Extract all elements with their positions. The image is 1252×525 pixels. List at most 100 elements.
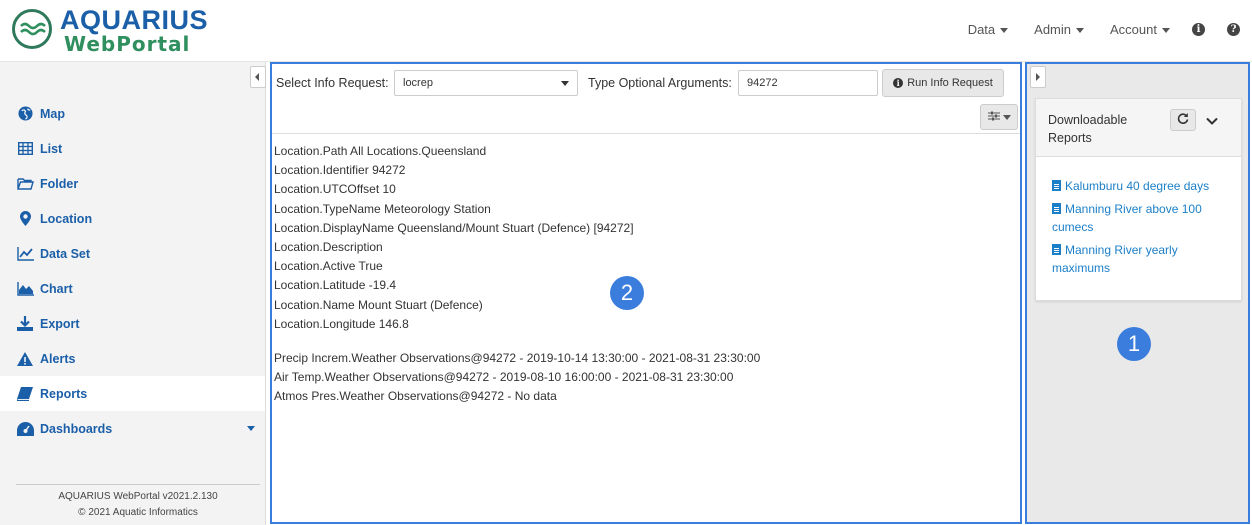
sidebar-item-data-set[interactable]: Data Set: [0, 236, 265, 271]
sidebar-item-dashboards[interactable]: Dashboards: [0, 411, 265, 446]
run-info-request-label: Run Info Request: [907, 77, 993, 89]
panel-expand-button[interactable]: [1030, 66, 1046, 88]
optional-arguments-input[interactable]: [738, 70, 878, 96]
file-icon: [1052, 244, 1061, 255]
sidebar-item-label: Alerts: [40, 351, 76, 366]
logo-wave-icon: [12, 9, 52, 49]
info-circle-icon[interactable]: i: [1192, 23, 1205, 36]
sidebar-item-label: List: [40, 141, 63, 156]
refresh-icon: [1177, 111, 1189, 129]
map-marker-icon: [16, 211, 34, 227]
run-info-request-button[interactable]: i Run Info Request: [882, 69, 1004, 97]
aquarius-logo[interactable]: AQUARIUS WebPortal: [8, 3, 208, 56]
sidebar-item-label: Reports: [40, 386, 88, 401]
nav-data-menu[interactable]: Data: [967, 22, 1009, 37]
result-line: Location.UTCOffset 10: [274, 182, 396, 197]
sliders-icon: [987, 108, 1000, 126]
report-link-label: Manning River above 100 cumecs: [1052, 202, 1202, 234]
info-circle-icon: i: [893, 78, 904, 88]
refresh-button[interactable]: [1170, 109, 1196, 131]
line-chart-icon: [16, 246, 34, 262]
sidebar-item-label: Chart: [40, 281, 73, 296]
sidebar-menu: Map List Folder Location Data Set Chart …: [0, 96, 265, 446]
sidebar-item-label: Data Set: [40, 246, 91, 261]
info-request-select[interactable]: locrep: [394, 70, 578, 96]
nav-account-label: Account: [1110, 22, 1157, 37]
dataset-line: Atmos Pres.Weather Observations@94272 - …: [274, 389, 557, 404]
sidebar-item-list[interactable]: List: [0, 131, 265, 166]
callout-badge-2: 2: [610, 276, 644, 310]
file-icon: [1052, 180, 1061, 191]
report-link[interactable]: Manning River above 100 cumecs: [1052, 200, 1232, 236]
table-icon: [16, 141, 34, 157]
sidebar-item-chart[interactable]: Chart: [0, 271, 265, 306]
result-line: Location.Name Mount Stuart (Defence): [274, 297, 483, 312]
sidebar-item-label: Dashboards: [40, 421, 113, 436]
result-line: Location.Description: [274, 240, 383, 255]
card-title: Downloadable Reports: [1048, 113, 1128, 145]
reports-side-panel: Downloadable Reports Kalumburu 40 degree…: [1025, 62, 1250, 524]
copyright-text: © 2021 Aquatic Informatics: [78, 507, 198, 518]
card-header: Downloadable Reports: [1036, 99, 1241, 157]
result-line: Location.Path All Locations.Queensland: [274, 144, 487, 158]
chevron-down-icon: [1000, 28, 1009, 34]
chevron-down-icon: [247, 426, 255, 431]
chevron-down-icon: [561, 81, 569, 86]
result-line: Location.Active True: [274, 259, 383, 274]
info-request-select-value: locrep: [403, 77, 433, 89]
logo-subtitle: WebPortal: [64, 32, 191, 56]
report-link-label: Kalumburu 40 degree days: [1065, 179, 1210, 193]
sidebar-item-reports[interactable]: Reports: [0, 376, 265, 411]
optional-arguments-label: Type Optional Arguments:: [588, 76, 732, 90]
sidebar-item-label: Location: [40, 211, 93, 226]
chevron-down-icon: [1076, 28, 1085, 34]
chevron-down-icon: [1162, 28, 1170, 34]
top-navigation: Data Admin Account i ?: [942, 22, 1240, 37]
collapse-chevron-icon[interactable]: [1206, 113, 1218, 131]
result-line: Location.Latitude -19.4: [274, 278, 397, 293]
question-circle-icon[interactable]: ?: [1227, 23, 1240, 36]
report-link[interactable]: Kalumburu 40 degree days: [1052, 177, 1232, 195]
sidebar-item-export[interactable]: Export: [0, 306, 265, 341]
result-line: Location.Identifier 94272: [274, 163, 406, 178]
globe-icon: [16, 106, 34, 122]
app-header: AQUARIUS WebPortal Data Admin Account i …: [0, 0, 1252, 62]
info-request-panel: Select Info Request: locrep Type Optiona…: [270, 62, 1022, 524]
sidebar-item-label: Map: [40, 106, 65, 121]
report-link[interactable]: Manning River yearly maximums: [1052, 241, 1232, 277]
column-options-button[interactable]: [980, 104, 1018, 130]
nav-admin-menu[interactable]: Admin: [1034, 22, 1085, 37]
sidebar-item-label: Folder: [40, 176, 79, 191]
sidebar-item-alerts[interactable]: Alerts: [0, 341, 265, 376]
nav-data-label: Data: [967, 22, 996, 37]
file-icon: [1052, 203, 1061, 214]
area-chart-icon: [16, 281, 34, 297]
sidebar: Map List Folder Location Data Set Chart …: [0, 62, 266, 525]
result-line: Location.TypeName Meteorology Station: [274, 201, 491, 216]
sidebar-footer: AQUARIUS WebPortal v2021.2.130 © 2021 Aq…: [16, 484, 260, 521]
sidebar-collapse-button[interactable]: [250, 66, 266, 88]
sidebar-item-folder[interactable]: Folder: [0, 166, 265, 201]
nav-admin-label: Admin: [1034, 22, 1072, 37]
info-request-results: Location.Path All Locations.Queensland L…: [274, 142, 1014, 407]
book-icon: [16, 386, 34, 402]
dataset-line: Precip Increm.Weather Observations@94272…: [274, 351, 761, 366]
sidebar-item-map[interactable]: Map: [0, 96, 265, 131]
result-line: Location.Longitude 146.8: [274, 316, 409, 331]
dataset-line: Air Temp.Weather Observations@94272 - 20…: [274, 370, 734, 385]
result-line: Location.DisplayName Queensland/Mount St…: [274, 220, 634, 235]
select-info-request-label: Select Info Request:: [276, 76, 389, 90]
folder-icon: [16, 176, 34, 192]
dashboard-icon: [16, 421, 34, 437]
warning-icon: [16, 351, 34, 367]
downloadable-reports-card: Downloadable Reports Kalumburu 40 degree…: [1035, 98, 1242, 301]
sidebar-item-label: Export: [40, 316, 80, 331]
info-request-toolbar: Select Info Request: locrep Type Optiona…: [272, 64, 1020, 134]
nav-account-menu[interactable]: Account: [1110, 22, 1170, 37]
chevron-down-icon: [1002, 114, 1011, 120]
callout-badge-1: 1: [1117, 327, 1151, 361]
download-icon: [16, 316, 34, 332]
sidebar-item-location[interactable]: Location: [0, 201, 265, 236]
version-text: AQUARIUS WebPortal v2021.2.130: [58, 491, 218, 502]
